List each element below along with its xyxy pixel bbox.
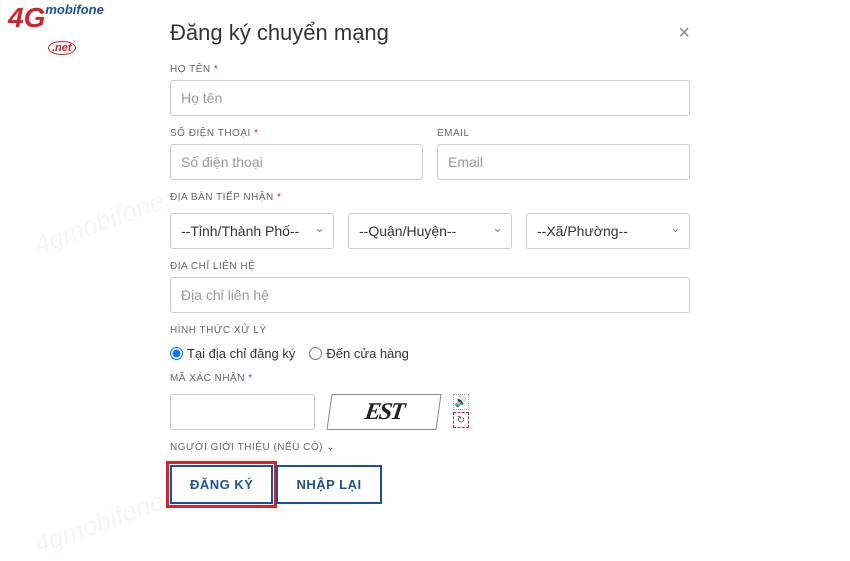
phone-label: SỐ ĐIỆN THOẠI * xyxy=(170,128,423,139)
captcha-input[interactable] xyxy=(170,394,315,430)
address-input[interactable] xyxy=(170,277,690,313)
captcha-image: EST xyxy=(326,394,441,430)
captcha-refresh-icon[interactable]: ↻ xyxy=(453,412,469,428)
email-input[interactable] xyxy=(437,144,690,180)
chevron-down-icon: ⌄ xyxy=(326,442,335,453)
modal-title: Đăng ký chuyển mạng xyxy=(170,20,389,46)
referrer-toggle[interactable]: NGƯỜI GIỚI THIỆU (NẾU CÓ) ⌄ xyxy=(170,442,690,453)
fullname-label: HỌ TÊN * xyxy=(170,64,690,75)
fullname-input[interactable] xyxy=(170,80,690,116)
region-label: ĐỊA BÀN TIẾP NHẬN * xyxy=(170,192,690,203)
submit-button[interactable]: ĐĂNG KÝ xyxy=(170,465,273,504)
logo-net: .net xyxy=(48,41,76,55)
radio-at-address[interactable] xyxy=(170,347,183,360)
processing-at-store[interactable]: Đến cửa hàng xyxy=(309,346,408,361)
district-select[interactable]: --Quận/Huyện-- xyxy=(348,213,512,249)
province-select[interactable]: --Tỉnh/Thành Phố-- xyxy=(170,213,334,249)
modal-header: Đăng ký chuyển mạng × xyxy=(170,20,690,46)
logo-mobifone: mobifone xyxy=(45,2,104,17)
captcha-audio-icon[interactable]: 🔊 xyxy=(453,394,469,410)
close-button[interactable]: × xyxy=(678,22,690,45)
radio-at-store[interactable] xyxy=(309,347,322,360)
reset-button[interactable]: NHẬP LẠI xyxy=(276,465,381,504)
captcha-label: MÃ XÁC NHẬN * xyxy=(170,373,690,384)
processing-at-address[interactable]: Tại địa chỉ đăng ký xyxy=(170,346,295,361)
register-modal: Đăng ký chuyển mạng × HỌ TÊN * SỐ ĐIỆN T… xyxy=(170,20,690,504)
phone-input[interactable] xyxy=(170,144,423,180)
site-logo: 4Gmobifone .net xyxy=(8,2,104,57)
processing-label: HÌNH THỨC XỬ LÝ xyxy=(170,325,690,336)
logo-4g: 4G xyxy=(8,2,45,33)
email-label: EMAIL xyxy=(437,128,690,139)
ward-select[interactable]: --Xã/Phường-- xyxy=(526,213,690,249)
address-label: ĐỊA CHỈ LIÊN HỆ xyxy=(170,261,690,272)
